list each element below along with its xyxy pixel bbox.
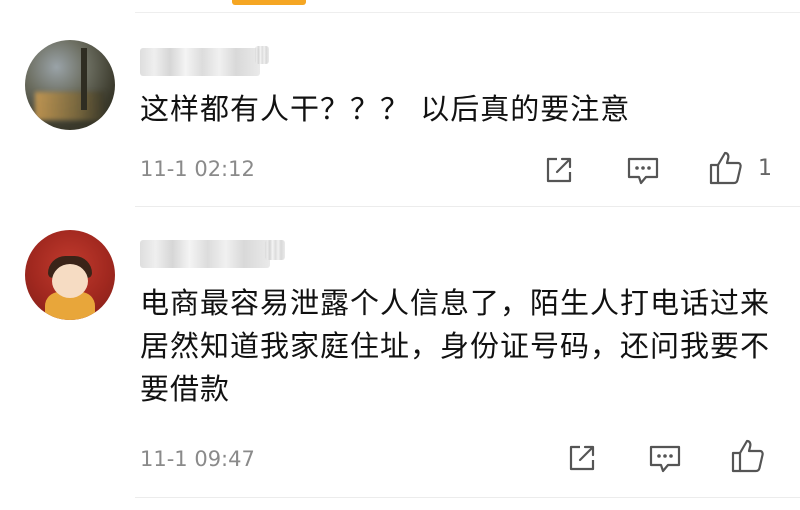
reply-button[interactable] [626, 155, 660, 187]
like-button[interactable]: 1 [708, 150, 772, 186]
thumbs-up-icon [709, 151, 742, 185]
share-icon [569, 445, 595, 471]
reply-button[interactable] [648, 443, 682, 475]
comment-icon [649, 445, 681, 473]
username-redacted[interactable] [140, 48, 260, 76]
active-tab-indicator [232, 0, 306, 5]
divider [135, 497, 800, 498]
comment-timestamp: 11-1 09:47 [140, 447, 255, 471]
thumbs-up-icon [731, 439, 764, 473]
username-redacted[interactable] [140, 240, 270, 268]
avatar[interactable] [25, 230, 115, 320]
share-button[interactable] [566, 442, 598, 474]
divider [135, 206, 800, 207]
comment-timestamp: 11-1 02:12 [140, 157, 255, 181]
avatar[interactable] [25, 40, 115, 130]
divider [135, 12, 800, 13]
share-button[interactable] [543, 154, 575, 186]
like-count: 1 [758, 155, 772, 181]
username-redacted-extra [265, 240, 285, 260]
comment-text: 电商最容易泄露个人信息了，陌生人打电话过来居然知道我家庭住址，身份证号码，还问我… [140, 286, 771, 406]
like-button[interactable] [730, 438, 780, 474]
username-redacted-extra [255, 46, 269, 64]
comment-icon [627, 157, 659, 185]
share-icon [546, 157, 572, 183]
comment-text: 这样都有人干？？？ 以后真的要注意 [140, 92, 631, 126]
